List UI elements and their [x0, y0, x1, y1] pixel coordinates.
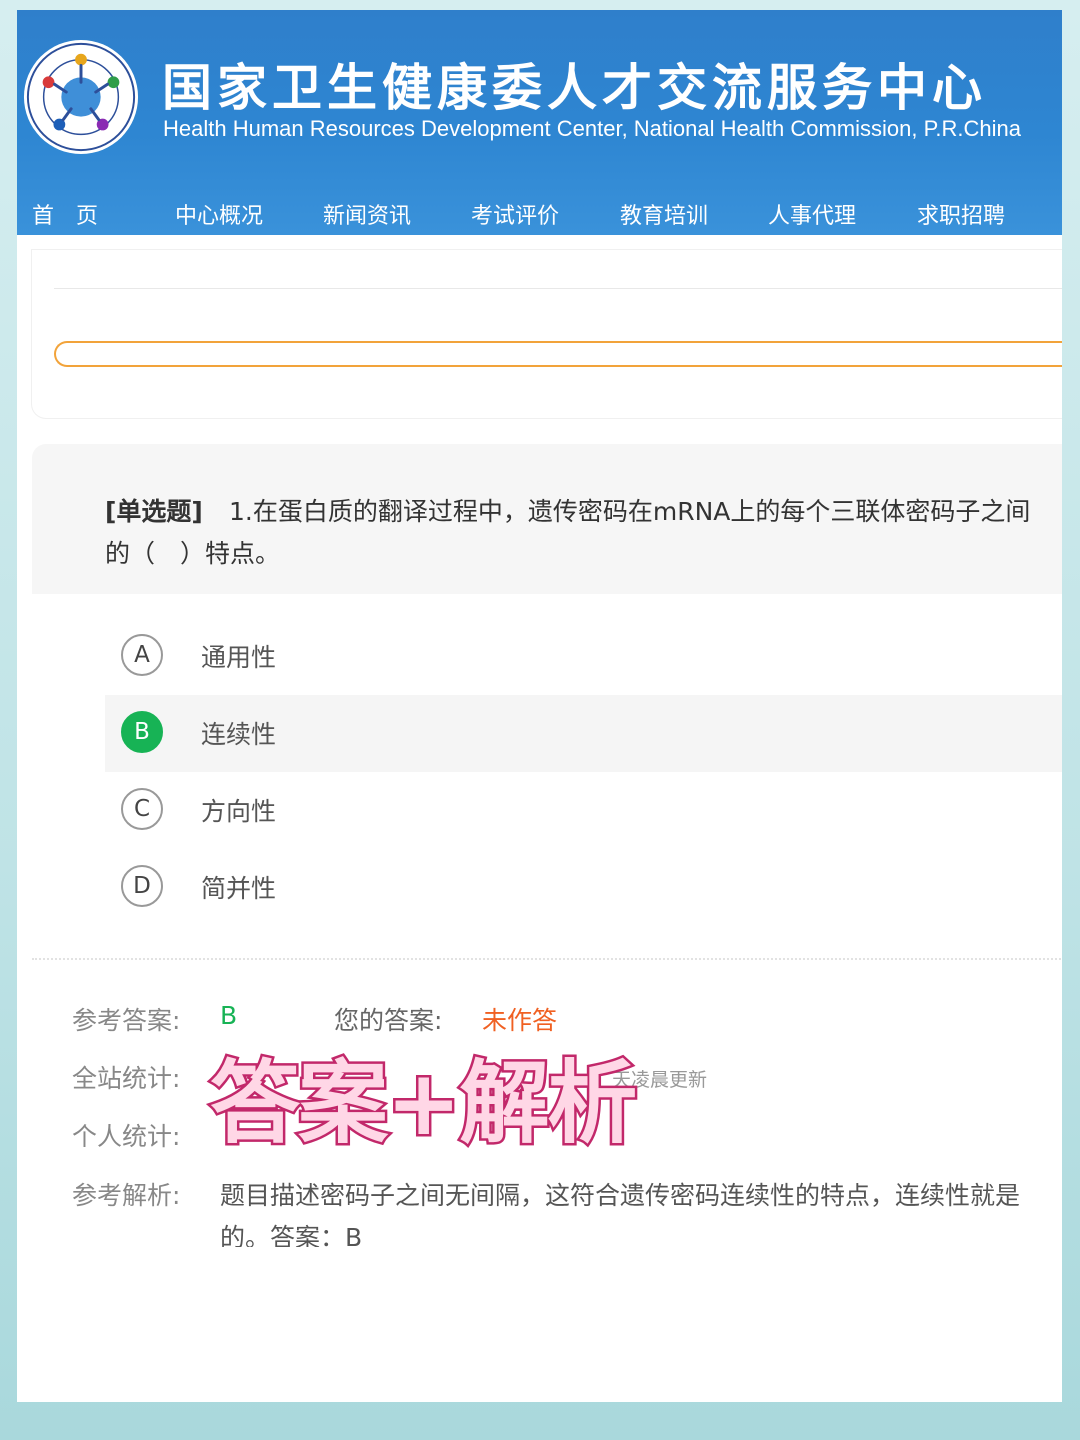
- personal-stats-label: 个人统计:: [72, 1122, 181, 1151]
- nav-item-training[interactable]: 教育培训: [620, 198, 708, 230]
- option-letter: A: [121, 634, 163, 676]
- option-letter: C: [121, 788, 163, 830]
- progress-panel: [32, 250, 1062, 418]
- question-header: [单选题] 1.在蛋白质的翻译过程中，遗传密码在mRNA上的每个三联体密码子之间…: [32, 444, 1062, 594]
- dotted-divider: [32, 958, 1062, 960]
- nav-item-jobs[interactable]: 求职招聘: [917, 198, 1005, 230]
- analysis-text: 题目描述密码子之间无间隔，这符合遗传密码连续性的特点，连续性就是: [220, 1181, 1021, 1210]
- question-type: [单选题]: [105, 497, 203, 526]
- option-text: 连续性: [201, 720, 277, 749]
- main-nav: 首 页 中心概况 新闻资讯 考试评价 教育培训 人事代理 求职招聘: [17, 188, 1062, 235]
- question-text: 1.在蛋白质的翻译过程中，遗传密码在mRNA上的每个三联体密码子之间: [229, 497, 1031, 526]
- question-text-cont: 的（ ）特点。: [105, 539, 281, 568]
- site-header: 国家卫生健康委人才交流服务中心 Health Human Resources D…: [17, 10, 1062, 235]
- option-text: 通用性: [201, 643, 277, 672]
- option-b[interactable]: B 连续性: [105, 695, 1062, 772]
- option-a[interactable]: A 通用性: [105, 618, 1062, 695]
- option-text: 简并性: [201, 874, 277, 903]
- answer-analysis-sticker: 答案+解析: [207, 1049, 639, 1159]
- option-text: 方向性: [201, 797, 277, 826]
- option-letter: B: [121, 711, 163, 753]
- ref-answer-value: B: [220, 1001, 238, 1030]
- health-center-emblem-icon[interactable]: [22, 38, 140, 156]
- page-card: 国家卫生健康委人才交流服务中心 Health Human Resources D…: [17, 10, 1062, 1402]
- nav-item-news[interactable]: 新闻资讯: [323, 198, 411, 230]
- site-title: 国家卫生健康委人才交流服务中心: [162, 59, 987, 117]
- ref-answer-label: 参考答案:: [72, 1006, 181, 1035]
- progress-bar: [54, 341, 1062, 367]
- nav-item-exams[interactable]: 考试评价: [471, 198, 559, 230]
- site-stats-label: 全站统计:: [72, 1064, 181, 1093]
- nav-item-personnel[interactable]: 人事代理: [768, 198, 856, 230]
- option-d[interactable]: D 简并性: [105, 849, 1062, 926]
- option-c[interactable]: C 方向性: [105, 772, 1062, 849]
- analysis-text-cont: 的。答案：B: [220, 1223, 363, 1247]
- analysis-label: 参考解析:: [72, 1181, 181, 1210]
- option-letter: D: [121, 865, 163, 907]
- nav-item-home[interactable]: 首 页: [32, 198, 98, 230]
- nav-item-about[interactable]: 中心概况: [175, 198, 263, 230]
- site-subtitle: Health Human Resources Development Cente…: [163, 116, 1021, 141]
- divider: [54, 288, 1062, 289]
